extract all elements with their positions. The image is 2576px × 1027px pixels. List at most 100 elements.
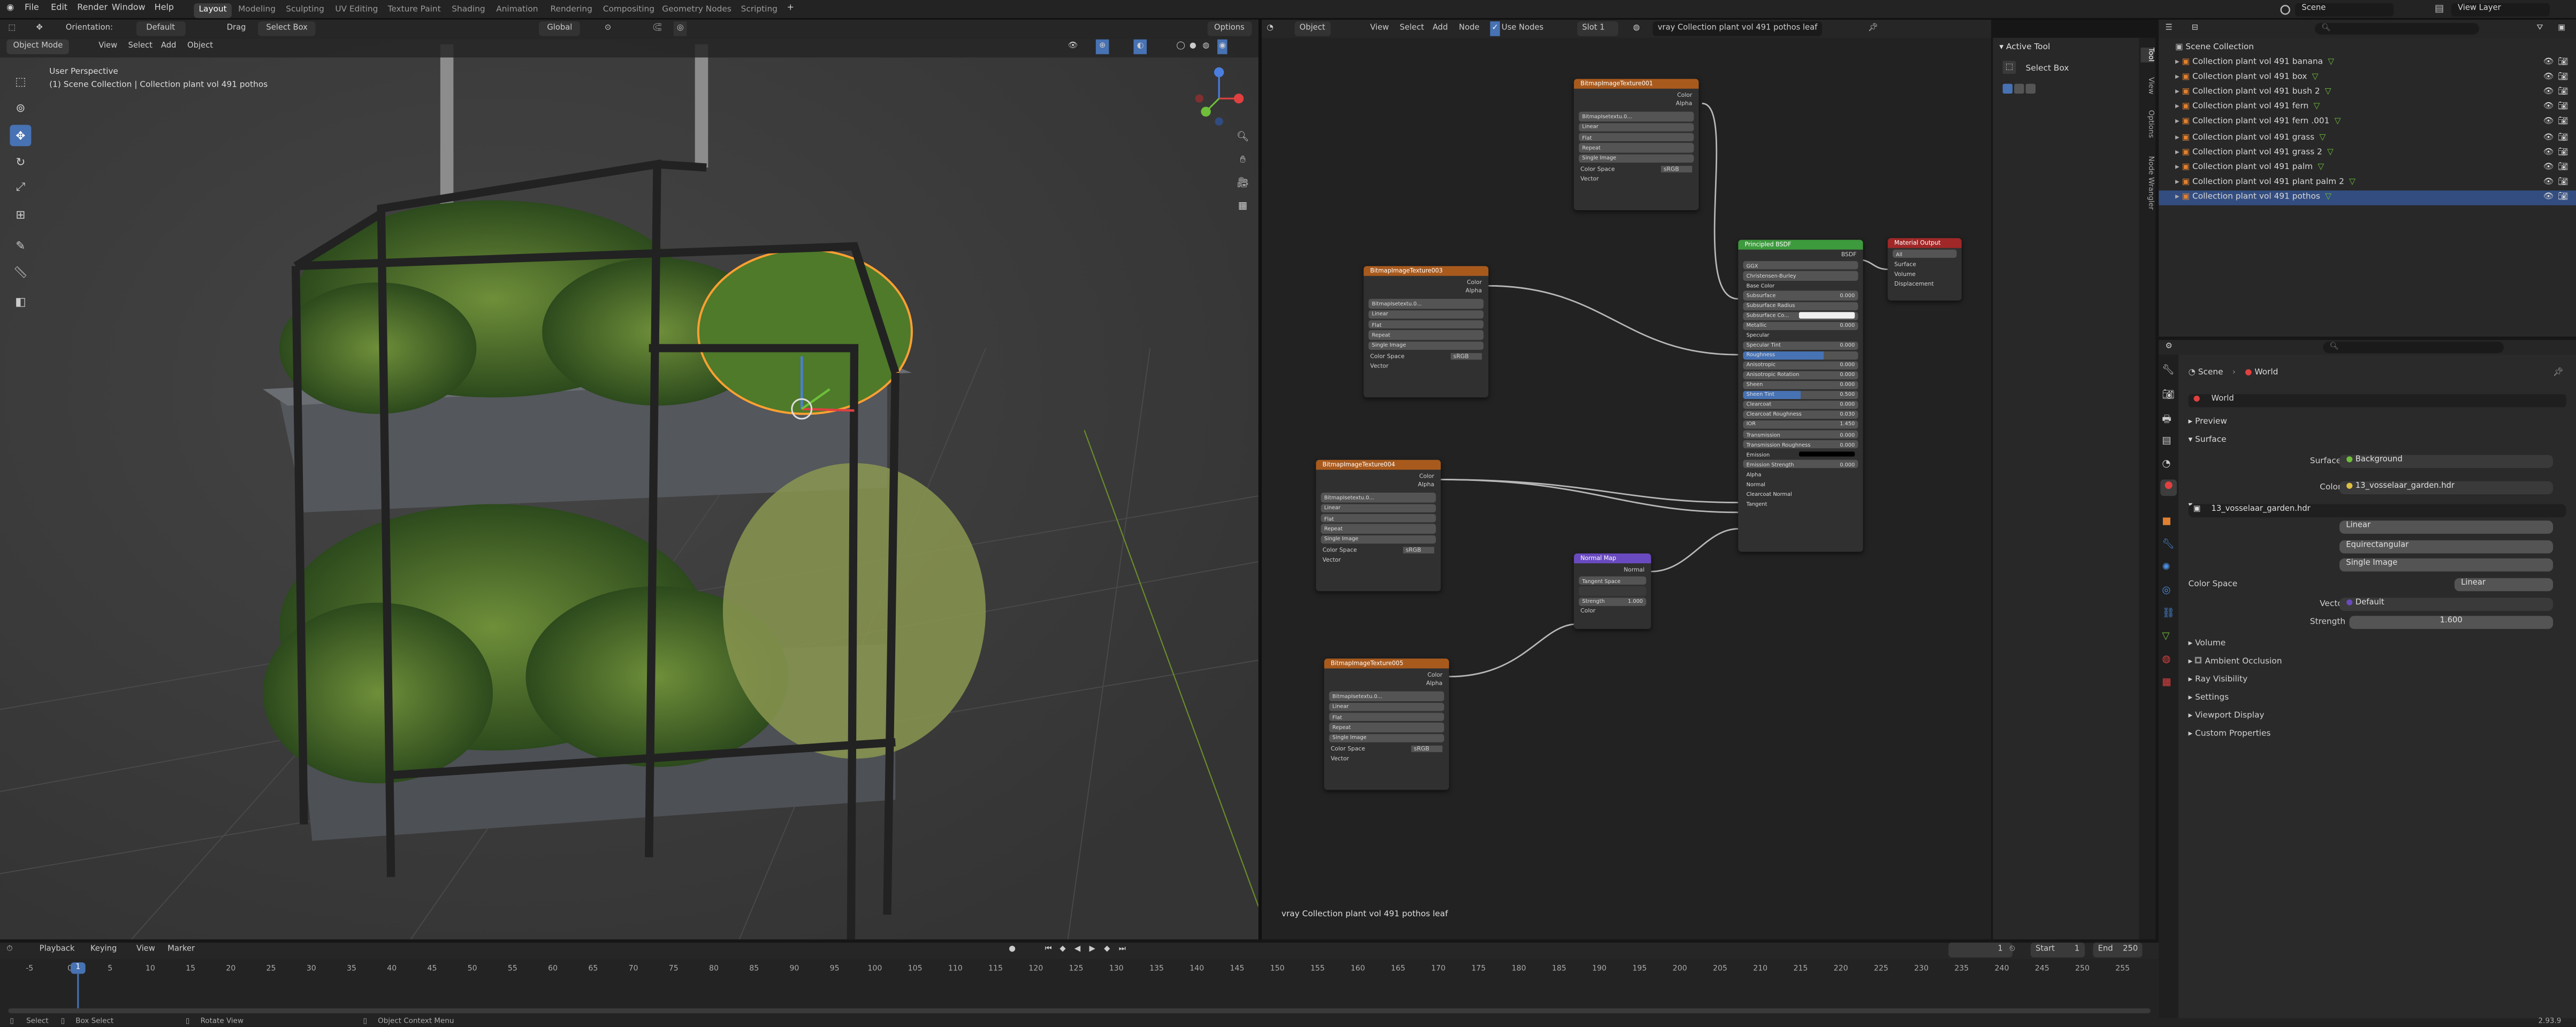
surface-shader-field[interactable]: ● Background xyxy=(2339,455,2554,469)
outliner-row[interactable]: ▸ ▣ Collection plant vol 491 fern .001 ▽ 👁… xyxy=(2159,116,2576,131)
visibility-eye-icon[interactable]: 👁︎ xyxy=(2543,101,2554,116)
output-color[interactable]: Color xyxy=(1428,671,1443,677)
bsdf-input-row[interactable]: Clearcoat 0.000 xyxy=(1743,400,1858,409)
image-texture-node[interactable]: BitmapImageTexture003 Color Alpha Bitmap… xyxy=(1363,266,1489,397)
colorspace-dropdown[interactable]: sRGB xyxy=(1402,546,1435,553)
physics-tab-icon[interactable]: ◎ xyxy=(2162,585,2170,596)
data-tab-icon[interactable]: ▽ xyxy=(2162,631,2169,642)
pan-hand-icon[interactable]: ✋︎ xyxy=(1234,151,1252,169)
tab-layout[interactable]: Layout xyxy=(194,2,232,18)
input-displacement[interactable]: Displacement xyxy=(1894,281,1934,288)
outliner-search-input[interactable]: 🔍︎ xyxy=(2314,22,2479,35)
viewport-menu-object[interactable]: Object xyxy=(187,40,213,55)
bsdf-input-row[interactable]: Base Color xyxy=(1743,281,1858,290)
bsdf-input-row[interactable]: IOR 1.450 xyxy=(1743,420,1858,429)
tab-node-wrangler[interactable]: Node Wrangler xyxy=(2140,156,2154,210)
projection-dropdown[interactable]: Flat xyxy=(1324,515,1334,522)
ortho-grid-icon[interactable]: ▦ xyxy=(1234,197,1252,215)
constraints-tab-icon[interactable]: ⛓︎ xyxy=(2162,608,2174,619)
output-tab-icon[interactable]: 🖶︎ xyxy=(2162,412,2171,429)
select-mode-extend-icon[interactable] xyxy=(2014,83,2024,94)
expand-arrow-icon[interactable]: ▸ xyxy=(2175,87,2182,97)
properties-editor-icon[interactable]: ⚙ xyxy=(2166,340,2173,355)
distribution-dropdown[interactable]: GGX xyxy=(1747,262,1758,269)
preview-panel-header[interactable]: ▸ Preview xyxy=(2189,417,2227,427)
input-volume[interactable]: Volume xyxy=(1894,271,1916,278)
image-texture-node[interactable]: BitmapImageTexture004 Color Alpha Bitmap… xyxy=(1316,459,1441,592)
menu-window[interactable]: Window xyxy=(112,3,146,13)
output-alpha[interactable]: Alpha xyxy=(1418,481,1435,487)
output-color[interactable]: Color xyxy=(1419,472,1434,479)
pivot-icon[interactable]: ⊙ xyxy=(605,21,611,36)
tab-sculpting[interactable]: Sculpting xyxy=(281,3,329,18)
emission-color-swatch[interactable] xyxy=(1798,451,1855,457)
colorspace-dropdown[interactable]: Linear xyxy=(2454,578,2554,592)
outliner-row[interactable]: ▸ ▣ Collection plant vol 491 palm ▽ 👁︎ 📷︎ xyxy=(2159,160,2576,175)
tool-scale-icon[interactable]: ⤢ xyxy=(10,178,31,199)
colorspace-dropdown[interactable]: sRGB xyxy=(1660,165,1693,172)
render-camera-icon[interactable]: 📷︎ xyxy=(2558,86,2569,101)
interpolation-dropdown[interactable]: Linear xyxy=(1582,124,1598,130)
extension-dropdown[interactable]: Repeat xyxy=(1372,332,1390,338)
world-datablock-field[interactable]: ● World xyxy=(2188,394,2566,408)
tab-animation[interactable]: Animation xyxy=(491,3,543,18)
output-alpha[interactable]: Alpha xyxy=(1426,679,1443,686)
subsurface-color-swatch[interactable] xyxy=(1798,312,1855,319)
tool-move-icon[interactable]: ✥ xyxy=(10,125,32,147)
extension-dropdown[interactable]: Repeat xyxy=(1332,724,1351,731)
expand-arrow-icon[interactable]: ▸ xyxy=(2175,57,2182,67)
render-camera-icon[interactable]: 📷︎ xyxy=(2558,160,2569,175)
bsdf-input-row[interactable]: Subsurface Co... xyxy=(1743,311,1858,320)
render-camera-icon[interactable]: 📷︎ xyxy=(2558,131,2569,145)
outliner-row[interactable]: ▸ ▣ Collection plant vol 491 pothos ▽ 👁︎ 📷︎ xyxy=(2159,190,2576,205)
add-workspace-icon[interactable]: + xyxy=(787,3,794,13)
expand-arrow-icon[interactable]: ▸ xyxy=(2175,192,2182,202)
tool-annotate-icon[interactable]: ✎ xyxy=(10,235,31,256)
move-icon[interactable]: ✥ xyxy=(36,21,43,36)
extension-dropdown[interactable]: Repeat xyxy=(1324,525,1343,532)
projection-dropdown[interactable]: Equirectangular xyxy=(2339,540,2554,554)
projection-dropdown[interactable]: Flat xyxy=(1372,321,1382,328)
tab-modeling[interactable]: Modeling xyxy=(233,3,280,18)
zoom-icon[interactable]: 🔍︎ xyxy=(1234,128,1252,146)
scene-tab-icon[interactable]: ◔ xyxy=(2162,458,2170,470)
image-field[interactable]: BitmapIsetextu.0... xyxy=(1372,301,1422,307)
playhead[interactable]: 1 xyxy=(71,962,86,974)
shader-node-editor[interactable]: ◔ Object View Select Add Node ✓ Use Node… xyxy=(1261,19,1992,940)
bsdf-input-row[interactable]: Anisotropic Rotation 0.000 xyxy=(1743,371,1858,379)
bsdf-input-row[interactable]: Clearcoat Normal xyxy=(1743,489,1858,498)
pin-properties-icon[interactable]: 📌︎ xyxy=(2553,368,2564,378)
menu-edit[interactable]: Edit xyxy=(51,3,67,13)
bsdf-input-row[interactable]: Subsurface 0.000 xyxy=(1743,291,1858,300)
viewport-menu-select[interactable]: Select xyxy=(128,40,152,55)
tab-scripting[interactable]: Scripting xyxy=(736,3,782,18)
properties-section-header[interactable]: ▸ Viewport Display xyxy=(2189,711,2265,721)
bsdf-input-row[interactable]: Specular Tint 0.000 xyxy=(1743,341,1858,350)
tab-compositing[interactable]: Compositing xyxy=(598,3,660,18)
outliner-row[interactable]: ▸ ▣ Collection plant vol 491 fern ▽ 👁︎ 📷︎ xyxy=(2159,101,2576,116)
interpolation-dropdown[interactable]: Linear xyxy=(1324,505,1340,511)
tab-geometry-nodes[interactable]: Geometry Nodes xyxy=(657,3,736,18)
normal-map-node[interactable]: Normal Map Normal Tangent Space Strength… xyxy=(1574,553,1651,629)
render-camera-icon[interactable]: 📷︎ xyxy=(2558,190,2569,205)
viewport-scene[interactable] xyxy=(0,19,1259,940)
tab-shading[interactable]: Shading xyxy=(447,3,490,18)
tool-add-cube-icon[interactable]: ◧ xyxy=(10,290,31,312)
image-datablock-field[interactable]: ▣ 13_vosselaar_garden.hdr xyxy=(2188,504,2566,518)
source-dropdown[interactable]: Single Image xyxy=(2339,558,2554,572)
bsdf-input-row[interactable]: Sheen Tint 0.500 xyxy=(1743,390,1858,400)
transform-orientation-dropdown[interactable]: Global xyxy=(539,21,581,36)
bsdf-input-row[interactable]: Clearcoat Roughness 0.030 xyxy=(1743,410,1858,419)
viewport-visibility-icon[interactable]: 👁︎ xyxy=(1068,40,1078,55)
visibility-eye-icon[interactable]: 👁︎ xyxy=(2543,116,2554,131)
interpolation-dropdown[interactable]: Linear xyxy=(1332,703,1348,710)
tab-tool[interactable]: Tool xyxy=(2140,48,2154,62)
properties-section-header[interactable]: ▸ Ray Visibility xyxy=(2189,675,2248,685)
bsdf-input-row[interactable]: Specular xyxy=(1743,331,1858,340)
solid-shading-icon[interactable]: ● xyxy=(1190,40,1196,55)
timeline[interactable]: ⏱ Playback Keying View Marker ● ⏮ ◆ ◀ ▶ … xyxy=(0,942,2159,1018)
expand-arrow-icon[interactable]: ▸ xyxy=(2175,72,2182,82)
input-color[interactable]: Color xyxy=(1581,608,1596,615)
source-dropdown[interactable]: Single Image xyxy=(1582,155,1617,161)
source-dropdown[interactable]: Single Image xyxy=(1324,535,1359,542)
